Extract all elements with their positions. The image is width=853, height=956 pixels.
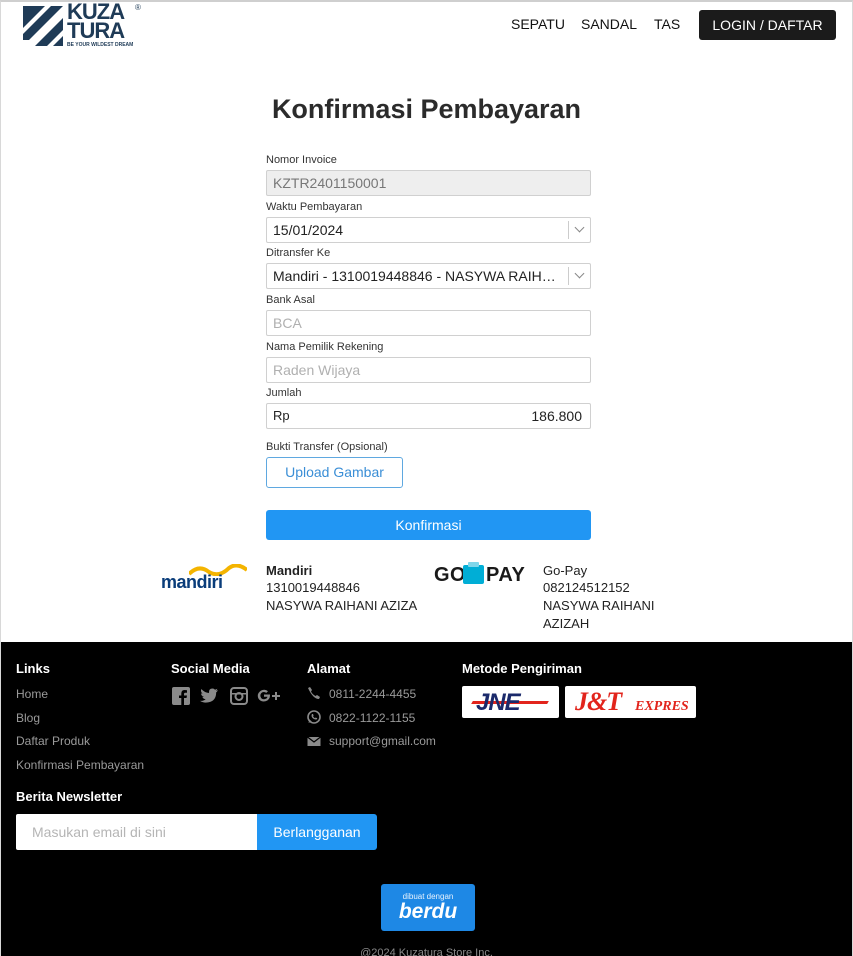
wallet-icon: [463, 562, 484, 584]
login-register-button[interactable]: LOGIN / DAFTAR: [699, 10, 836, 40]
page-title: Konfirmasi Pembayaran: [271, 94, 582, 124]
nav-sandal[interactable]: SANDAL: [581, 16, 637, 32]
gopay-name: Go-Pay: [543, 563, 588, 578]
logo-registered-mark: ®: [135, 3, 141, 12]
transfer-to-value: Mandiri - 1310019448846 - NASYWA RAIHANI…: [273, 268, 565, 284]
google-plus-icon[interactable]: [257, 687, 281, 705]
transfer-to-select[interactable]: Mandiri - 1310019448846 - NASYWA RAIHANI…: [266, 263, 591, 289]
amount-input[interactable]: Rp 186.800: [266, 403, 591, 429]
mandiri-bank-name: Mandiri: [266, 563, 313, 578]
payment-time-value: 15/01/2024: [273, 222, 344, 238]
source-bank-label: Bank Asal: [266, 294, 315, 306]
proof-label: Bukti Transfer (Opsional): [266, 441, 388, 453]
berdu-badge[interactable]: dibuat dengan berdu: [381, 884, 475, 931]
berdu-badge-brand: berdu: [398, 900, 458, 923]
mandiri-logo-text: mandiri: [161, 572, 223, 592]
payment-time-select[interactable]: 15/01/2024: [266, 217, 591, 243]
support-email: support@gmail.com: [329, 734, 436, 748]
footer-link-products[interactable]: Daftar Produk: [16, 734, 90, 748]
jne-logo-text: JNE: [476, 689, 521, 716]
confirm-button[interactable]: Konfirmasi: [266, 510, 591, 540]
gopay-number: 082124512152: [543, 580, 630, 595]
footer: Links Home Blog Daftar Produk Konfirmasi…: [1, 642, 852, 956]
instagram-icon[interactable]: [230, 687, 248, 705]
newsletter-email-input[interactable]: Masukan email di sini: [16, 814, 258, 850]
whatsapp-number: 0822-1122-1155: [329, 711, 416, 725]
gopay-owner-line2: AZIZAH: [543, 616, 590, 631]
amount-label: Jumlah: [266, 387, 302, 399]
source-bank-input[interactable]: BCA: [266, 310, 591, 336]
envelope-icon: [307, 736, 321, 746]
mandiri-account-owner: NASYWA RAIHANI AZIZA: [266, 598, 418, 613]
jnt-logo-text: J&T: [575, 687, 622, 716]
facebook-icon[interactable]: [172, 687, 190, 705]
jnt-logo-subtext: EXPRES: [635, 699, 689, 714]
jnt-logo: J&T EXPRES: [565, 686, 696, 718]
amount-value: 186.800: [531, 408, 582, 424]
copyright: @2024 Kuzatura Store Inc.: [360, 947, 493, 956]
footer-link-blog[interactable]: Blog: [16, 711, 40, 725]
jne-logo: JNE: [462, 686, 559, 718]
upload-image-button[interactable]: Upload Gambar: [266, 457, 403, 488]
account-owner-input[interactable]: Raden Wijaya: [266, 357, 591, 383]
amount-prefix: Rp: [273, 408, 290, 423]
phone-icon: [308, 687, 320, 699]
chevron-down-icon: [568, 221, 590, 239]
invoice-label: Nomor Invoice: [266, 154, 337, 166]
logo-tagline: BE YOUR WILDEST DREAM: [67, 42, 134, 48]
invoice-field[interactable]: KZTR2401150001: [266, 170, 591, 196]
mandiri-account-number: 1310019448846: [266, 580, 360, 595]
gopay-logo: GO PAY: [434, 562, 529, 588]
social-heading: Social Media: [171, 661, 250, 676]
page: KUZA TURA ® BE YOUR WILDEST DREAM SEPATU…: [0, 0, 853, 956]
newsletter-heading: Berita Newsletter: [16, 789, 123, 804]
transfer-to-label: Ditransfer Ke: [266, 247, 331, 259]
account-owner-label: Nama Pemilik Rekening: [266, 341, 384, 353]
gopay-owner-line1: NASYWA RAIHANI: [543, 598, 655, 613]
footer-link-home[interactable]: Home: [16, 687, 48, 701]
nav-tas[interactable]: TAS: [654, 16, 680, 32]
phone-number: 0811-2244-4455: [329, 687, 417, 701]
address-heading: Alamat: [307, 661, 351, 676]
logo-mark-icon: [23, 6, 63, 46]
mandiri-logo: mandiri: [159, 564, 249, 594]
footer-link-payment-confirmation[interactable]: Konfirmasi Pembayaran: [16, 758, 144, 772]
whatsapp-icon: [307, 710, 321, 724]
subscribe-button[interactable]: Berlangganan: [257, 814, 377, 850]
nav-sepatu[interactable]: SEPATU: [511, 16, 565, 32]
logo-text-line2: TURA: [67, 18, 125, 43]
gopay-logo-go: GO: [434, 564, 467, 586]
shipping-heading: Metode Pengiriman: [462, 661, 582, 676]
gopay-logo-pay: PAY: [486, 564, 526, 586]
twitter-icon[interactable]: [200, 687, 218, 705]
links-heading: Links: [16, 661, 50, 676]
chevron-down-icon: [568, 267, 590, 285]
brand-logo[interactable]: KUZA TURA ® BE YOUR WILDEST DREAM: [21, 1, 143, 50]
payment-time-label: Waktu Pembayaran: [266, 201, 363, 213]
header: KUZA TURA ® BE YOUR WILDEST DREAM SEPATU…: [1, 1, 852, 52]
